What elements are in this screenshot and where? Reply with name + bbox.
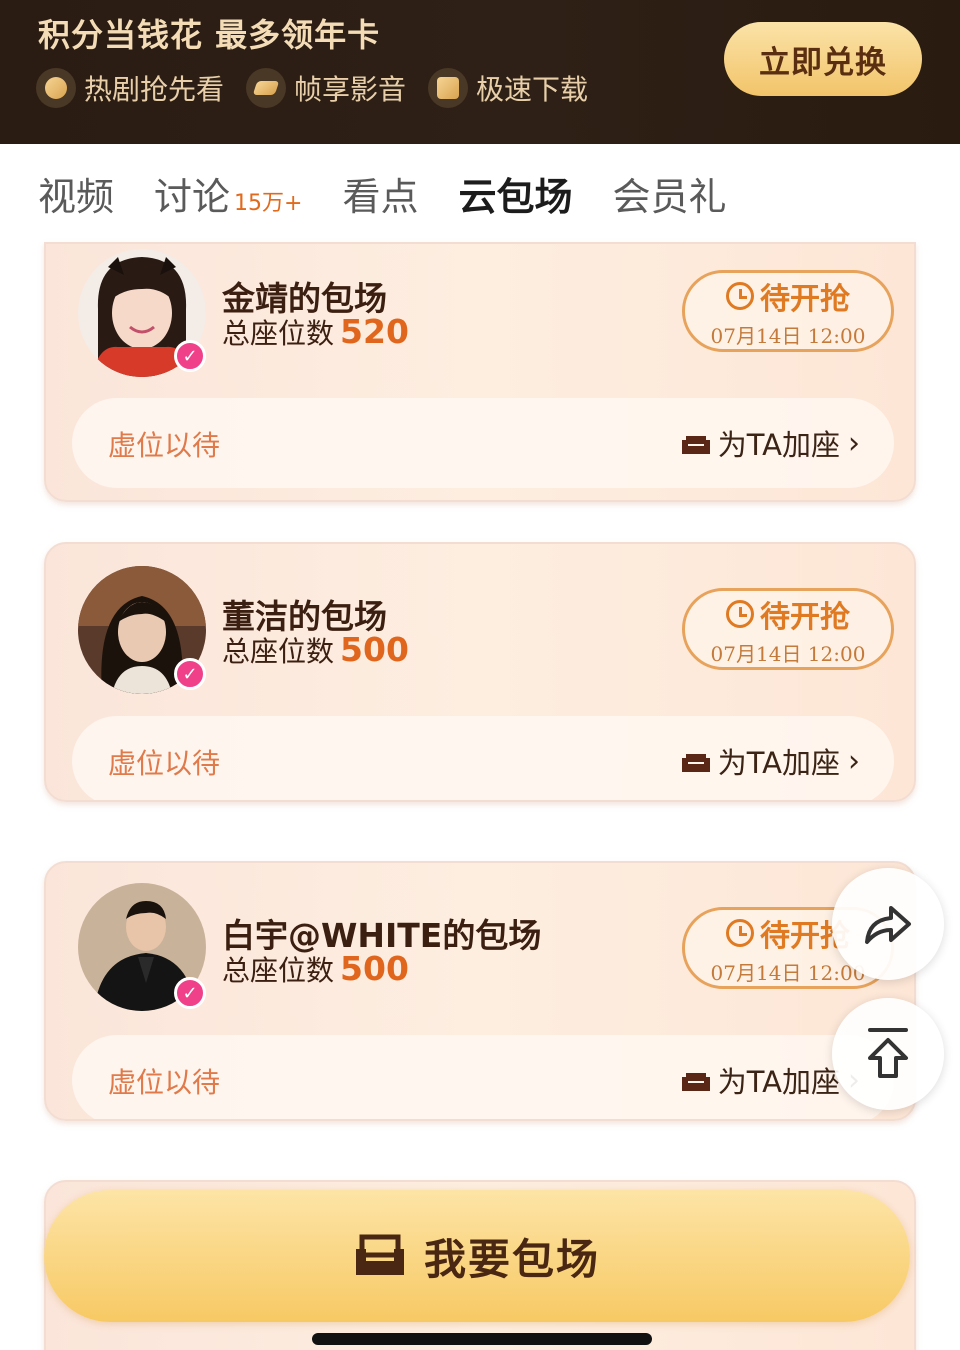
- screening-card: ✓ 金靖的包场 总座位数 520 待开抢 07月14日 12:00 虚位以待 为T…: [44, 242, 916, 502]
- tab-label: 看点: [342, 174, 419, 219]
- perk-label: 极速下载: [476, 73, 589, 106]
- tab-highlights[interactable]: 看点: [342, 166, 418, 221]
- seat-count-line: 总座位数 520: [222, 312, 409, 352]
- download-icon: [428, 68, 469, 108]
- screening-card: ✓ 白宇@WHITE的包场 总座位数 500 待开抢 07月14日 12:00 虚…: [44, 861, 916, 1121]
- verified-badge-icon: ✓: [174, 340, 206, 372]
- back-to-top-button[interactable]: [832, 998, 944, 1110]
- pending-grab-button[interactable]: 待开抢 07月14日 12:00: [682, 270, 894, 352]
- sofa-icon: [681, 1073, 710, 1091]
- chevron-right-icon: ›: [848, 743, 860, 779]
- seat-count-value: 500: [340, 630, 409, 669]
- add-seat-button[interactable]: 为TA加座›: [681, 740, 860, 782]
- start-time: 07月14日 12:00: [710, 323, 866, 348]
- start-time: 07月14日 12:00: [710, 641, 866, 666]
- vacancy-placeholder: 虚位以待: [108, 429, 221, 462]
- seat-count-value: 520: [340, 312, 409, 351]
- add-seat-label: 为TA加座: [717, 1065, 840, 1099]
- add-seat-label: 为TA加座: [717, 428, 840, 462]
- vacancy-placeholder: 虚位以待: [108, 747, 221, 780]
- pending-grab-button[interactable]: 待开抢 07月14日 12:00: [682, 588, 894, 670]
- tab-bar: 视频 讨论 15万+ 看点 云包场 会员礼: [0, 144, 960, 242]
- start-time: 07月14日 12:00: [710, 960, 866, 985]
- tab-label: 会员礼: [612, 174, 727, 219]
- sofa-icon: [355, 1234, 404, 1275]
- seat-row: 虚位以待 为TA加座›: [72, 716, 894, 800]
- tab-label: 视频: [38, 174, 115, 219]
- cta-label: 我要包场: [423, 1234, 600, 1284]
- chevron-right-icon: ›: [848, 425, 860, 461]
- seat-count-label: 总座位数: [222, 635, 335, 668]
- screening-card: ✓ 董洁的包场 总座位数 500 待开抢 07月14日 12:00 虚位以待 为T…: [44, 542, 916, 802]
- book-screening-button[interactable]: 我要包场: [44, 1190, 910, 1322]
- sofa-icon: [681, 436, 710, 454]
- seat-count-label: 总座位数: [222, 954, 335, 987]
- verified-badge-icon: ✓: [174, 658, 206, 690]
- seat-count-value: 500: [340, 949, 409, 988]
- seat-count-line: 总座位数 500: [222, 630, 409, 670]
- clock-icon: [726, 599, 754, 628]
- redeem-button[interactable]: 立即兑换: [724, 22, 922, 96]
- vacancy-placeholder: 虚位以待: [108, 1066, 221, 1099]
- seat-count-line: 总座位数 500: [222, 949, 409, 989]
- status-label: 待开抢: [760, 599, 850, 635]
- perk-list: 热剧抢先看 帧享影音 极速下载: [36, 68, 610, 108]
- banner-title: 积分当钱花 最多领年卡: [38, 16, 381, 54]
- add-seat-button[interactable]: 为TA加座›: [681, 422, 860, 464]
- tab-member-gift[interactable]: 会员礼: [613, 166, 727, 221]
- clock-icon: [726, 281, 754, 310]
- discussion-count-badge: 15万+: [234, 190, 303, 216]
- seat-count-label: 总座位数: [222, 317, 335, 350]
- film-icon: [246, 68, 287, 108]
- smiley-icon: [36, 68, 76, 108]
- seat-row: 虚位以待 为TA加座›: [72, 398, 894, 488]
- seat-row: 虚位以待 为TA加座›: [72, 1035, 894, 1119]
- perk-label: 帧享影音: [294, 73, 407, 106]
- home-indicator[interactable]: [312, 1333, 652, 1345]
- tab-video[interactable]: 视频: [38, 166, 114, 221]
- add-seat-label: 为TA加座: [717, 746, 840, 780]
- tab-discussion[interactable]: 讨论 15万+: [154, 166, 302, 221]
- perk-item: 帧享影音: [246, 68, 406, 108]
- membership-banner: 积分当钱花 最多领年卡 热剧抢先看 帧享影音 极速下载 立即兑换: [0, 0, 960, 144]
- back-to-top-icon: [868, 1028, 908, 1078]
- tab-label: 云包场: [458, 174, 573, 219]
- tab-cloud-screening[interactable]: 云包场: [458, 166, 572, 221]
- status-label: 待开抢: [760, 281, 850, 317]
- verified-badge-icon: ✓: [174, 977, 206, 1009]
- share-icon: [865, 906, 911, 944]
- tab-label: 讨论: [154, 174, 231, 219]
- sofa-icon: [681, 754, 710, 772]
- perk-label: 热剧抢先看: [84, 73, 225, 106]
- clock-icon: [726, 918, 754, 947]
- perk-item: 热剧抢先看: [36, 68, 224, 108]
- perk-item: 极速下载: [428, 68, 588, 108]
- share-button[interactable]: [832, 868, 944, 980]
